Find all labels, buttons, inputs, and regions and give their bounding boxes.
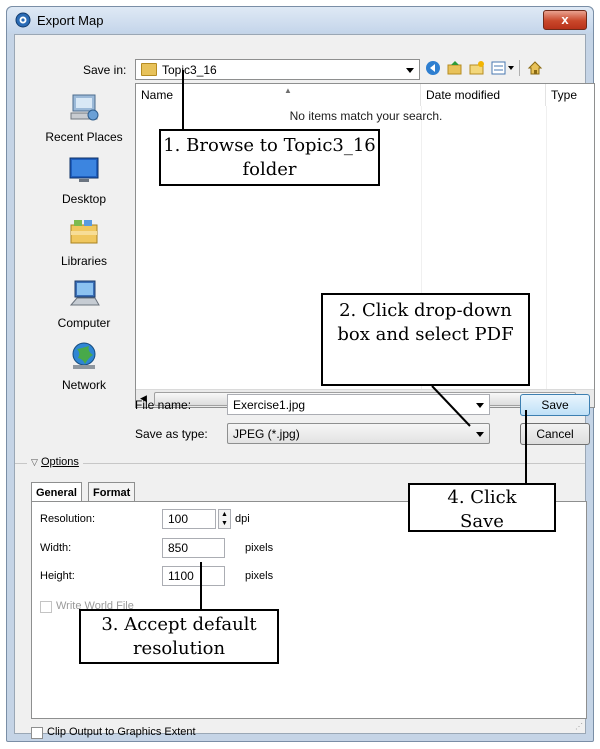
callout-3-pointer	[200, 562, 202, 609]
callout-4-pointer	[525, 410, 527, 483]
callout-select-pdf: 2. Click drop-down box and select PDF	[321, 293, 530, 386]
callout-accept-resolution: 3. Accept default resolution	[79, 609, 279, 664]
callout-click-save: 4. Click Save	[408, 483, 556, 532]
